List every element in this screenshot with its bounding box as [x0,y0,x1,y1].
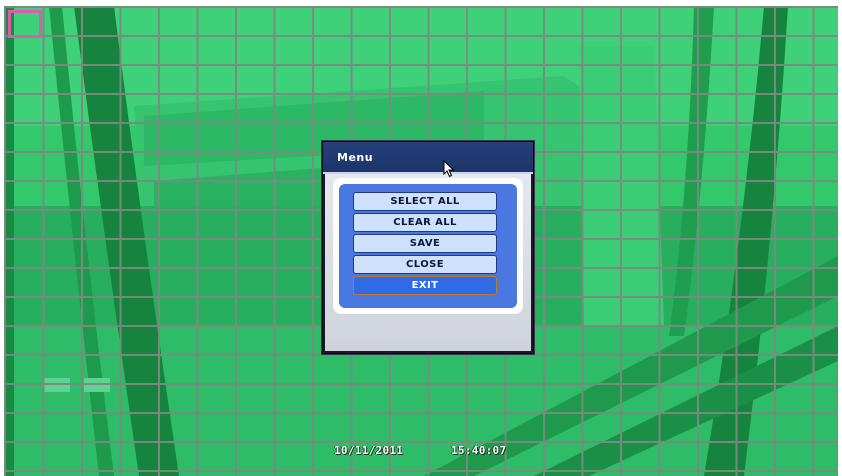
exit-button[interactable]: EXIT [353,276,497,295]
clear-all-button[interactable]: CLEAR ALL [353,213,497,232]
select-all-button[interactable]: SELECT ALL [353,192,497,211]
menu-dialog: Menu SELECT ALL CLEAR ALL SAVE CLOSE EXI… [322,141,534,354]
mouse-pointer-icon [443,159,457,178]
save-button[interactable]: SAVE [353,234,497,253]
menu-title: Menu [337,151,374,164]
osd-time: 15:40:07 [451,444,507,457]
menu-body: SELECT ALL CLEAR ALL SAVE CLOSE EXIT [325,174,531,351]
close-button[interactable]: CLOSE [353,255,497,274]
menu-titlebar: Menu [323,142,533,174]
menu-button-group: SELECT ALL CLEAR ALL SAVE CLOSE EXIT [339,184,517,308]
osd-date: 10/11/2011 [334,444,404,457]
menu-panel: SELECT ALL CLEAR ALL SAVE CLOSE EXIT [333,178,523,314]
selected-grid-cell[interactable] [8,10,42,38]
